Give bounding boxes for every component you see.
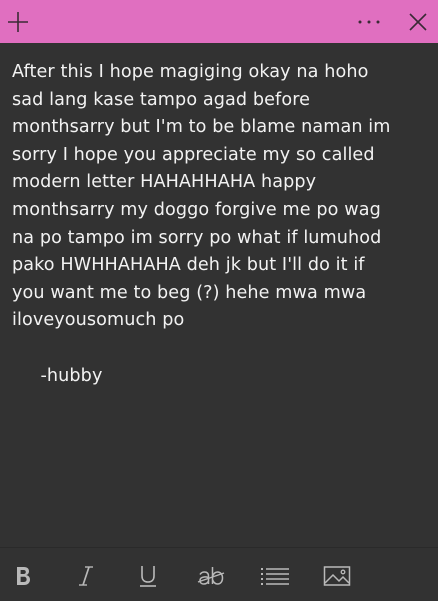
bold-icon <box>17 567 30 585</box>
formatting-toolbar <box>0 547 438 601</box>
underline-icon <box>140 566 156 587</box>
plus-icon <box>8 11 28 32</box>
close-note-button[interactable] <box>398 0 438 43</box>
strikethrough-button[interactable] <box>196 562 226 590</box>
note-content-editor[interactable]: After this I hope magiging okay na hoho … <box>12 59 427 390</box>
sticky-note-window: After this I hope magiging okay na hoho … <box>0 0 438 601</box>
strikethrough-icon <box>197 567 225 585</box>
italic-button[interactable] <box>73 562 99 590</box>
more-options-button[interactable] <box>350 0 388 43</box>
note-titlebar <box>0 0 438 43</box>
insert-image-button[interactable] <box>322 562 352 590</box>
bullet-list-icon <box>261 568 289 585</box>
new-note-button[interactable] <box>0 0 36 43</box>
more-horizontal-icon <box>358 20 380 23</box>
close-icon <box>409 12 427 31</box>
underline-button[interactable] <box>135 562 161 590</box>
bold-button[interactable] <box>10 562 36 590</box>
bullet-list-button[interactable] <box>259 562 291 590</box>
italic-icon <box>79 566 93 586</box>
image-icon <box>323 566 351 586</box>
